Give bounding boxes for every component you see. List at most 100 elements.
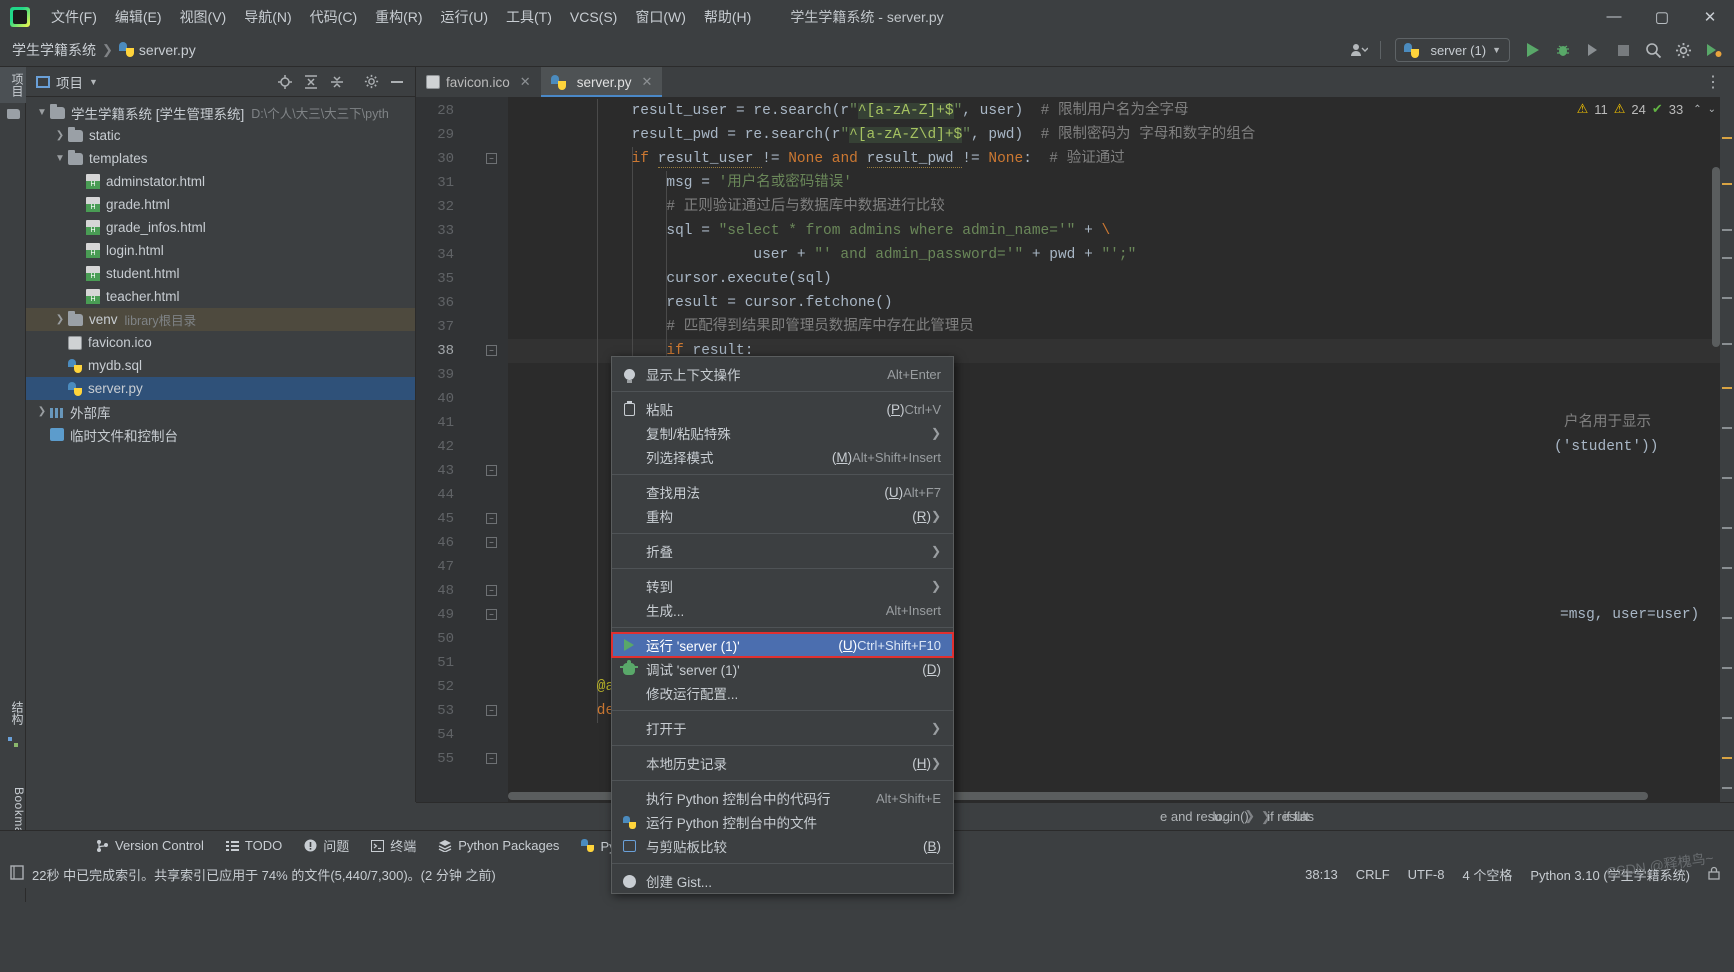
expand-all-icon[interactable] bbox=[299, 70, 323, 94]
close-icon[interactable]: ✕ bbox=[641, 74, 652, 90]
tree-node[interactable]: ❯ venv library根目录 bbox=[26, 308, 415, 331]
context-menu-item[interactable]: 重构 (R) ❯ bbox=[612, 504, 953, 528]
breadcrumb-file[interactable]: server.py bbox=[139, 42, 196, 58]
tree-node[interactable]: ▼ templates bbox=[26, 147, 415, 170]
run-icon[interactable] bbox=[1518, 35, 1548, 65]
context-menu-item[interactable]: 查找用法 (U) Alt+F7 bbox=[612, 480, 953, 504]
breadcrumb-if-result[interactable]: if result bbox=[1267, 809, 1309, 824]
code-fold-marker[interactable]: − bbox=[486, 753, 497, 764]
chevron-down-icon[interactable]: ▼ bbox=[34, 107, 50, 118]
tree-node[interactable]: teacher.html bbox=[26, 285, 415, 308]
chevron-up-icon[interactable]: ⌃ bbox=[1693, 104, 1701, 115]
tool-window-3[interactable]: 终端 bbox=[371, 836, 416, 855]
updates-icon[interactable] bbox=[1698, 35, 1728, 65]
context-menu-item[interactable]: 列选择模式 (M) Alt+Shift+Insert bbox=[612, 445, 953, 469]
marker-warning[interactable] bbox=[1722, 183, 1732, 185]
locate-file-icon[interactable] bbox=[273, 70, 297, 94]
maximize-button[interactable]: ▢ bbox=[1638, 0, 1686, 33]
code-fold-marker[interactable]: − bbox=[486, 609, 497, 620]
marker-info[interactable] bbox=[1722, 427, 1732, 429]
tree-node[interactable]: grade.html bbox=[26, 193, 415, 216]
chevron-right-icon[interactable]: ❯ bbox=[52, 130, 68, 141]
tree-node[interactable]: adminstator.html bbox=[26, 170, 415, 193]
stop-icon[interactable] bbox=[1608, 35, 1638, 65]
tree-node[interactable]: ❯ 外部库 bbox=[26, 400, 415, 423]
chevron-down-icon[interactable]: ⌄ bbox=[1708, 104, 1716, 115]
menu-10[interactable]: 帮助(H) bbox=[695, 3, 760, 31]
code-fold-marker[interactable]: − bbox=[486, 705, 497, 716]
tree-node[interactable]: login.html bbox=[26, 239, 415, 262]
marker-info[interactable] bbox=[1722, 667, 1732, 669]
tab-favicon-ico[interactable]: favicon.ico ✕ bbox=[416, 67, 541, 97]
code-fold-marker[interactable]: − bbox=[486, 585, 497, 596]
tool-window-0[interactable]: Version Control bbox=[96, 838, 204, 853]
chevron-right-icon[interactable]: ❯ bbox=[34, 406, 50, 417]
context-menu-item[interactable]: 执行 Python 控制台中的代码行 Alt+Shift+E bbox=[612, 786, 953, 810]
context-menu-item[interactable]: 复制/粘贴特殊 ❯ bbox=[612, 421, 953, 445]
editor-gutter[interactable]: 28 29 30 − 31 32 33 34 35 36 37 38 − 39 40 41 42 43 − 44 45 −… bbox=[416, 97, 508, 802]
editor-context-menu[interactable]: 显示上下文操作 Alt+Enter 粘贴 (P) Ctrl+V 复制/粘贴特殊 ❯ 列选择模式… bbox=[611, 356, 954, 894]
context-menu-item[interactable]: 运行 Python 控制台中的文件 bbox=[612, 810, 953, 834]
marker-info[interactable] bbox=[1722, 787, 1732, 789]
context-menu-item[interactable]: 与剪贴板比较 (B) bbox=[612, 834, 953, 858]
more-tabs-icon[interactable]: ⋮ bbox=[1698, 67, 1728, 97]
tab-server-py[interactable]: server.py ✕ bbox=[540, 67, 663, 97]
indent-setting[interactable]: 4 个空格 bbox=[1462, 865, 1512, 884]
breadcrumb-project[interactable]: 学生学籍系统 bbox=[12, 40, 96, 60]
context-menu-item[interactable]: 运行 'server (1)' (U) Ctrl+Shift+F10 bbox=[611, 632, 954, 658]
collapse-all-icon[interactable] bbox=[325, 70, 349, 94]
menu-7[interactable]: 工具(T) bbox=[497, 3, 561, 31]
marker-info[interactable] bbox=[1722, 567, 1732, 569]
tree-node[interactable]: grade_infos.html bbox=[26, 216, 415, 239]
menu-9[interactable]: 窗口(W) bbox=[626, 3, 695, 31]
folder-icon[interactable] bbox=[0, 103, 26, 125]
file-encoding[interactable]: UTF-8 bbox=[1408, 867, 1445, 882]
sidebar-item-project[interactable]: 项目 bbox=[0, 67, 26, 103]
tool-window-4[interactable]: Python Packages bbox=[438, 838, 559, 853]
account-icon[interactable] bbox=[1344, 35, 1374, 65]
run-configuration-selector[interactable]: server (1) ▼ bbox=[1395, 38, 1510, 62]
editor-marker-bar[interactable] bbox=[1720, 97, 1734, 802]
line-separator[interactable]: CRLF bbox=[1356, 867, 1390, 882]
context-menu-item[interactable]: 创建 Gist... bbox=[612, 869, 953, 893]
context-menu-item[interactable]: 调试 'server (1)' (D) bbox=[612, 657, 953, 681]
context-menu-item[interactable]: 修改运行配置... bbox=[612, 681, 953, 705]
context-menu-item[interactable]: 转到 ❯ bbox=[612, 574, 953, 598]
close-icon[interactable]: ✕ bbox=[520, 74, 531, 90]
chevron-right-icon[interactable]: ❯ bbox=[52, 314, 68, 325]
coverage-icon[interactable] bbox=[1578, 35, 1608, 65]
context-menu-item[interactable]: 显示上下文操作 Alt+Enter bbox=[612, 362, 953, 386]
marker-info[interactable] bbox=[1722, 229, 1732, 231]
tool-window-2[interactable]: 问题 bbox=[304, 836, 349, 855]
caret-position[interactable]: 38:13 bbox=[1305, 867, 1338, 882]
code-fold-marker[interactable]: − bbox=[486, 153, 497, 164]
menu-6[interactable]: 运行(U) bbox=[432, 3, 497, 31]
inspection-widget[interactable]: ⚠ 11 ⚠ 24 ✔ 33 ⌃ ⌄ bbox=[1577, 101, 1716, 117]
tree-node[interactable]: student.html bbox=[26, 262, 415, 285]
menu-5[interactable]: 重构(R) bbox=[366, 3, 431, 31]
context-menu-item[interactable]: 折叠 ❯ bbox=[612, 539, 953, 563]
editor-vertical-scrollbar[interactable] bbox=[1712, 167, 1720, 347]
sidebar-item-structure[interactable]: 结构 bbox=[0, 695, 26, 731]
debug-icon[interactable] bbox=[1548, 35, 1578, 65]
marker-info[interactable] bbox=[1722, 717, 1732, 719]
code-fold-marker[interactable]: − bbox=[486, 513, 497, 524]
search-icon[interactable] bbox=[1638, 35, 1668, 65]
marker-info[interactable] bbox=[1722, 617, 1732, 619]
marker-warning[interactable] bbox=[1722, 387, 1732, 389]
code-fold-marker[interactable]: − bbox=[486, 465, 497, 476]
structure-icon[interactable] bbox=[0, 731, 26, 753]
tree-node[interactable]: 临时文件和控制台 bbox=[26, 423, 415, 446]
context-menu-item[interactable]: 打开于 ❯ bbox=[612, 716, 953, 740]
marker-info[interactable] bbox=[1722, 297, 1732, 299]
gear-icon[interactable] bbox=[1668, 35, 1698, 65]
tree-node[interactable]: server.py bbox=[26, 377, 415, 400]
breadcrumb-cond[interactable]: e and resu... bbox=[1160, 809, 1232, 824]
code-fold-marker[interactable]: − bbox=[486, 537, 497, 548]
marker-info[interactable] bbox=[1722, 477, 1732, 479]
tree-node[interactable]: ▼ 学生学籍系统 [学生管理系统] D:\个人\大三\大三下\pyth bbox=[26, 101, 415, 124]
marker-info[interactable] bbox=[1722, 257, 1732, 259]
code-fold-marker[interactable]: − bbox=[486, 345, 497, 356]
gear-icon[interactable] bbox=[359, 70, 383, 94]
tree-node[interactable]: favicon.ico bbox=[26, 331, 415, 354]
